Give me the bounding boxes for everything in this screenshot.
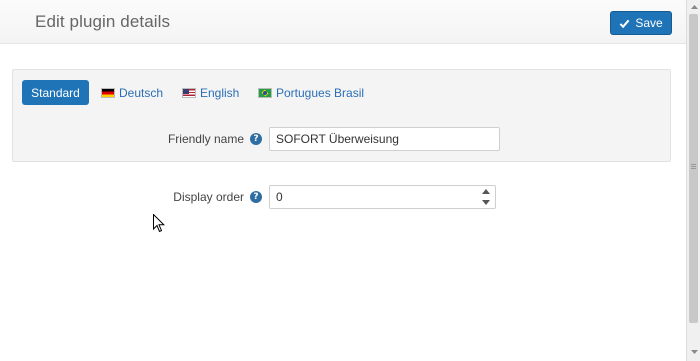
tab-english-label: English	[200, 85, 240, 100]
scroll-up-icon[interactable]	[689, 2, 699, 12]
display-order-value: 0	[276, 190, 283, 204]
display-order-label: Display order	[173, 190, 244, 204]
tab-english[interactable]: English	[182, 80, 239, 105]
spinner-down-icon[interactable]	[482, 200, 490, 205]
us-flag-icon	[182, 87, 196, 98]
display-order-input[interactable]: 0	[269, 185, 496, 209]
save-button-label: Save	[635, 16, 663, 30]
tab-portugues-brasil[interactable]: Portugues Brasil	[258, 80, 364, 105]
mouse-cursor-icon	[153, 214, 165, 233]
tab-standard[interactable]: Standard	[22, 80, 89, 105]
friendly-name-value: SOFORT Überweisung	[276, 132, 399, 146]
scrollbar-thumb[interactable]	[689, 14, 698, 323]
checkmark-icon	[619, 19, 630, 28]
help-icon[interactable]: ?	[250, 133, 262, 145]
tab-portugues-brasil-label: Portugues Brasil	[276, 85, 365, 100]
br-flag-icon	[258, 87, 272, 98]
de-flag-icon	[101, 87, 115, 98]
help-icon[interactable]: ?	[250, 191, 262, 203]
tab-deutsch-label: Deutsch	[119, 85, 164, 100]
friendly-name-input[interactable]: SOFORT Überweisung	[269, 127, 500, 151]
page-header: Edit plugin details Save	[0, 0, 686, 44]
number-spinner[interactable]	[481, 189, 491, 205]
tab-deutsch[interactable]: Deutsch	[101, 80, 163, 105]
spinner-up-icon[interactable]	[482, 189, 490, 194]
page-title: Edit plugin details	[35, 12, 171, 31]
friendly-name-label: Friendly name	[167, 132, 244, 146]
vertical-scrollbar[interactable]	[686, 0, 700, 361]
save-button[interactable]: Save	[610, 11, 672, 35]
scroll-down-icon[interactable]	[689, 347, 699, 357]
